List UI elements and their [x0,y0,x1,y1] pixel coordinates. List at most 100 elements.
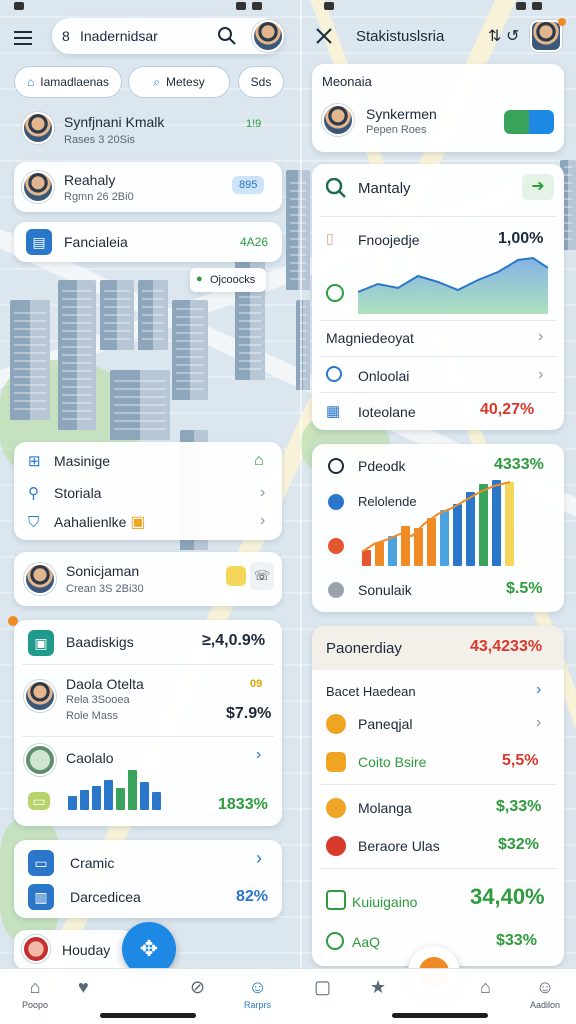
menu-item-1[interactable]: ⊞ Masinige [28,452,110,470]
person-icon: ☺ [248,977,267,997]
search-input[interactable]: Inadernidsar [80,28,158,44]
person-avatar[interactable] [24,680,56,712]
person-card[interactable]: Reahaly Rgmn 26 2Bi0 895 [14,162,282,212]
bottom-row-2[interactable]: ▥ Darcedicea [28,884,141,910]
person-value: $7.9% [226,705,272,722]
metric-card[interactable]: ▤ Fancialeia 4A26 [14,222,282,262]
star-icon [226,566,246,586]
person-avatar [22,171,54,203]
wifi-icon [516,2,526,10]
dot-icon [328,538,344,554]
metric-label: Ioteolane [358,404,416,420]
chevron-right-icon[interactable]: › [538,366,543,384]
phone-icon[interactable]: ☏ [250,562,274,590]
row-value: 82% [236,888,269,905]
nav-item-account[interactable]: ☺ Aadilon [530,977,560,1010]
search-icon[interactable] [218,27,236,45]
location-icon: 8 [62,28,70,44]
contact-name: Synfjnani Kmalk [64,114,165,130]
user-avatar[interactable] [252,20,284,52]
person-role: Role Mass [66,710,118,722]
menu-label: Storiala [54,485,102,501]
clock-icon [326,366,342,382]
bottom-row-1[interactable]: ▭ Cramic [28,850,114,876]
wifi-icon [236,2,246,10]
home-indicator [392,1013,488,1018]
coin-icon [326,714,346,734]
menu-icon[interactable] [14,28,34,48]
chevron-right-icon[interactable]: › [256,848,262,869]
bar [128,770,137,810]
nav-item-favorites[interactable]: ♥ [78,977,89,1000]
chevron-right-icon[interactable]: › [536,681,541,699]
status-icons-left [236,0,262,12]
search-bar[interactable]: 8 Inadernidsar [52,18,284,54]
bar [92,786,101,810]
filter-chip-1[interactable]: ⌂ Iamadlaenas [14,66,122,98]
contact-header-card[interactable]: Meonaia Synkermen Pepen Roes [312,64,564,152]
person-sub: Rela 3Sooea [66,694,130,706]
nav-item-explore[interactable]: ⊘ [190,977,205,1000]
building-icon: ▥ [28,884,54,910]
compare-icon[interactable]: ⇅ [488,26,501,46]
status-icons-right [516,0,542,12]
place-name: Ojcoocks [210,274,256,286]
chevron-right-icon[interactable]: › [536,714,541,732]
menu-label: Aahalienlke [54,514,127,530]
map-place-label[interactable]: ● Ojcoocks [190,268,266,292]
bike-icon: ⚲ [28,485,39,502]
contact-avatar[interactable] [22,112,54,144]
contact-name: Sonicjaman [66,563,140,579]
card-value: 43,4233% [470,638,543,655]
compass-icon: ⊘ [190,977,206,997]
menu-item-2[interactable]: ⚲ Storiala [28,484,101,502]
nav-item-inbox[interactable]: ⌂ [480,977,491,1000]
filter-label: Iamadlaenas [40,75,109,89]
close-icon[interactable] [316,28,332,44]
mini-bar-chart [68,766,161,810]
user-avatar[interactable] [530,20,562,52]
nav-item-home[interactable]: ⌂ Poopo [22,977,48,1010]
menu-item-3[interactable]: ⛉ Aahalienlke ▣ [28,512,146,532]
nav-item-notes[interactable]: ▢ [314,977,331,1000]
partial-card[interactable]: Houday [14,930,134,970]
nav-item-starred[interactable]: ★ [370,977,386,1000]
home-icon[interactable]: ⌂ [254,452,264,470]
status-bar-right [324,0,334,12]
bar [104,780,113,810]
row-value: $.5% [506,580,543,597]
bookmark-icon: ▯ [326,230,334,246]
metric-label: Onloolai [358,368,410,384]
section-label: Meonaia [322,74,372,89]
filter-chip-3[interactable]: Sds [238,66,284,98]
chevron-right-icon[interactable]: › [260,512,265,530]
refresh-icon[interactable]: ↺ [506,26,519,46]
bottom-nav: ⌂ Poopo ♥ ⊘ ☺ Rarprs ▢ ★ ⌂ ☺ Aadilon [0,968,576,1024]
circle-icon [326,284,344,302]
nav-item-profile[interactable]: ☺ Rarprs [244,977,271,1010]
battery-icon [252,2,262,10]
shield-icon: ⛉ [28,513,40,531]
summary-title: Baadiskigs [66,634,134,650]
metric-label: Fnoojedje [358,232,420,248]
wallet-icon: ▭ [28,792,50,810]
home-icon: ⌂ [29,977,41,997]
summary-card: ▣ Baadiskigs ≥,4,0.9% Daola Otelta Rela … [8,616,282,826]
chevron-right-icon[interactable]: › [260,484,265,502]
building [286,170,310,290]
divider [320,784,556,785]
contact-card[interactable]: Sonicjaman Crean 3S 2Bi30 ☏ [14,552,282,606]
menu-label: Masinige [54,453,111,469]
person-sub: Rgmn 26 2Bi0 [64,191,134,203]
chart-value: 1833% [218,796,268,813]
building [110,370,170,440]
arrow-right-icon[interactable]: ➜ [522,174,554,200]
chevron-right-icon[interactable]: › [256,746,261,764]
filter-chip-2[interactable]: ⌕ Metesy [128,66,230,98]
contact-sub: Crean 3S 2Bi30 [66,583,144,595]
signal-icon [324,2,334,10]
toggle-switch[interactable] [504,110,554,134]
chevron-right-icon[interactable]: › [538,328,543,346]
calendar-icon: ▦ [326,403,341,420]
bar [140,782,149,810]
